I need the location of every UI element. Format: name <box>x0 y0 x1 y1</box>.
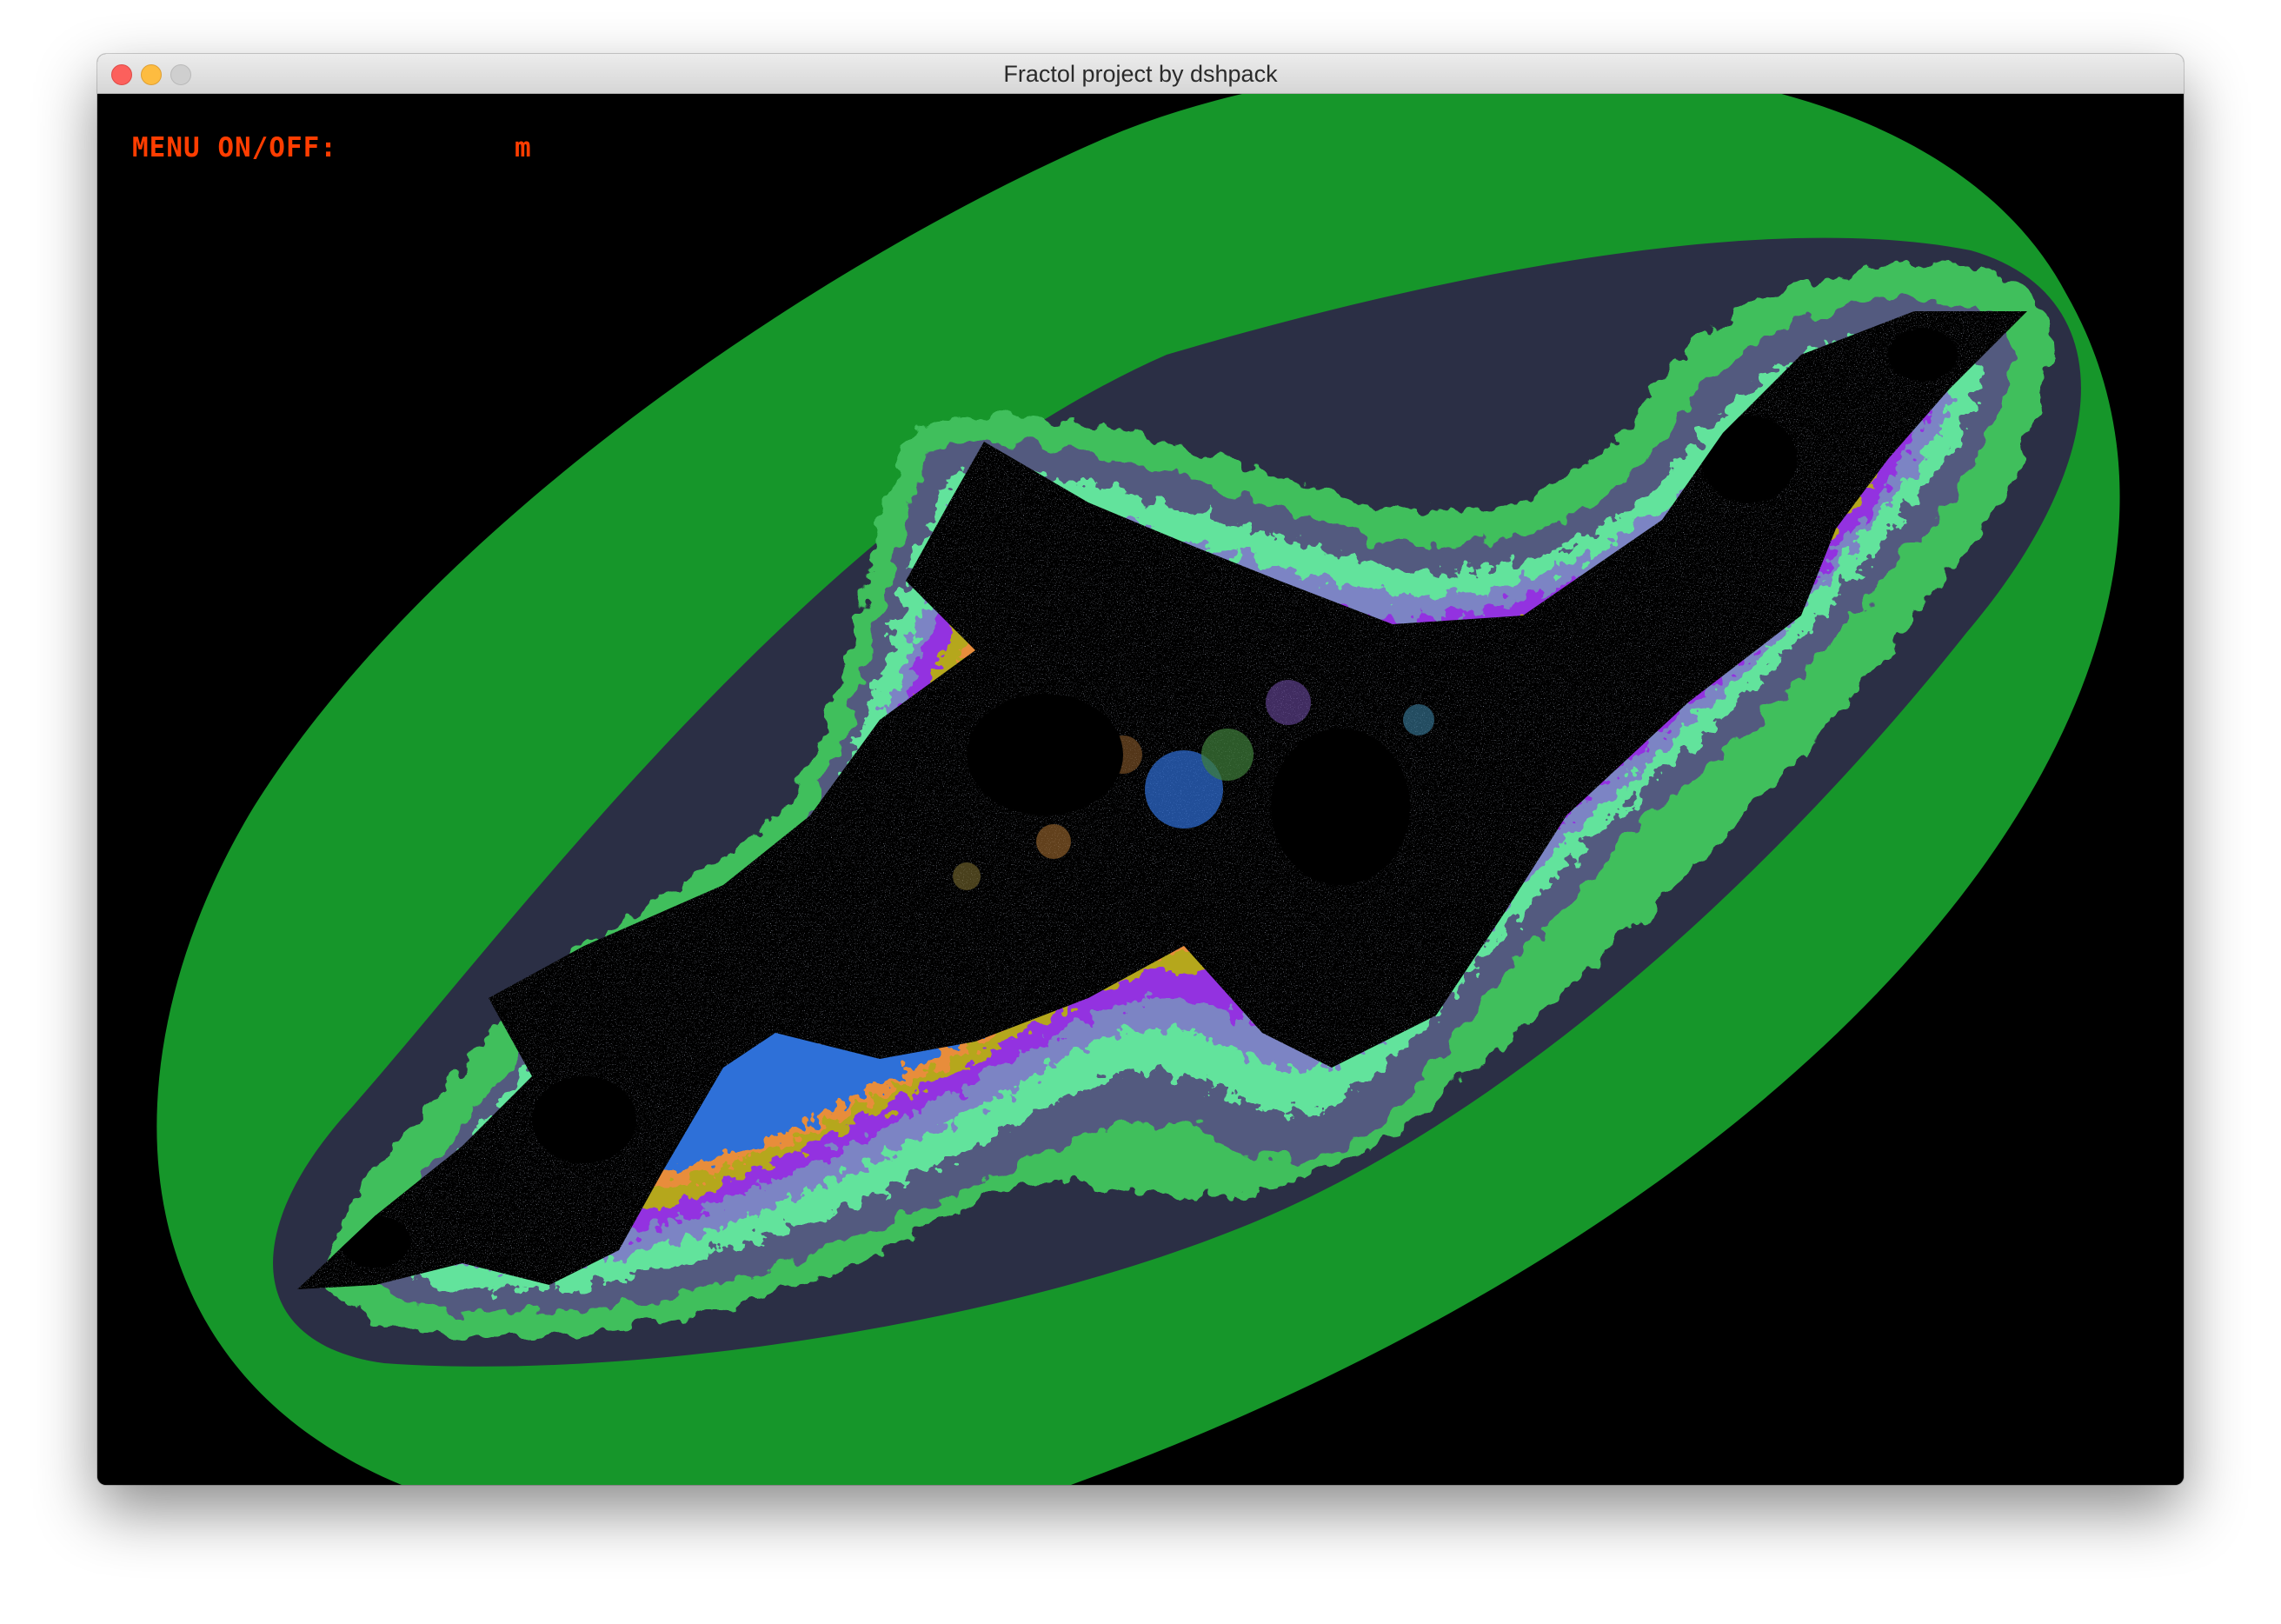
fractal-canvas[interactable]: MENU ON/OFF: m <box>97 94 2184 1485</box>
menu-toggle-label: MENU ON/OFF: <box>132 132 337 163</box>
julia-fractal-render <box>156 94 2120 1485</box>
title-bar[interactable]: Fractol project by dshpack <box>97 54 2184 94</box>
app-window: Fractol project by dshpack MENU ON/OFF: … <box>97 54 2184 1485</box>
window-title: Fractol project by dshpack <box>1003 61 1278 87</box>
menu-toggle-key: m <box>515 132 532 163</box>
